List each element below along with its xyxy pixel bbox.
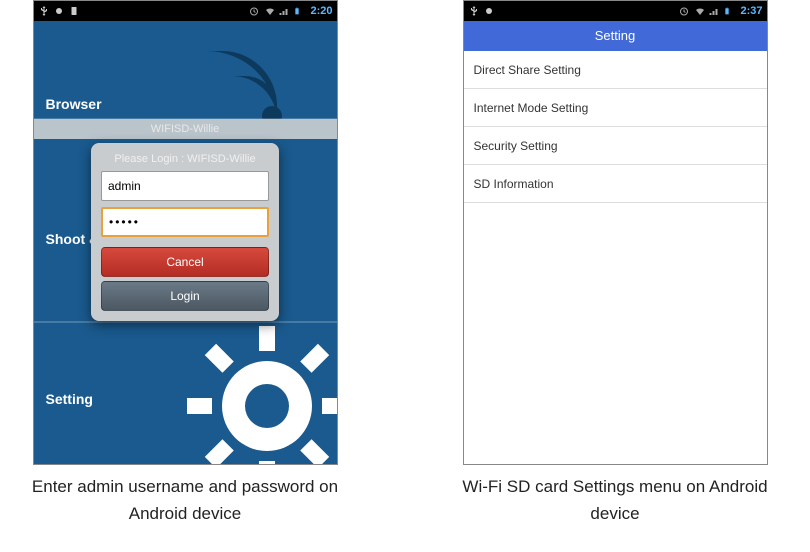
alarm-icon <box>248 5 260 17</box>
username-input[interactable] <box>101 171 269 201</box>
wifi-icon <box>693 5 705 17</box>
login-dialog: Please Login : WIFISD-Willie Cancel Logi… <box>91 143 279 321</box>
alarm-icon <box>678 5 690 17</box>
debug-icon <box>53 5 65 17</box>
right-caption: Wi-Fi SD card Settings menu on Android d… <box>450 473 780 527</box>
settings-item-internet-mode[interactable]: Internet Mode Setting <box>464 89 767 127</box>
status-right-icons: 2:37 <box>678 5 762 17</box>
login-dialog-title: Please Login : WIFISD-Willie <box>101 149 269 171</box>
settings-header: Setting <box>464 21 767 51</box>
status-right-icons: 2:20 <box>248 5 332 17</box>
section-browser-label: Browser <box>46 46 337 112</box>
section-setting-label: Setting <box>46 341 337 407</box>
settings-body: Setting Direct Share Setting Internet Mo… <box>464 21 767 465</box>
status-left-icons <box>38 5 80 17</box>
right-phone: 2:37 Setting Direct Share Setting Intern… <box>463 0 768 465</box>
left-screenshot-container: 2:20 <box>20 0 350 552</box>
app-body: Browser WIFISD-Willie Shoot & V Setting … <box>34 21 337 465</box>
status-time: 2:37 <box>740 5 762 17</box>
battery-icon <box>293 5 305 17</box>
login-button[interactable]: Login <box>101 281 269 311</box>
status-time: 2:20 <box>310 5 332 17</box>
wifi-icon <box>263 5 275 17</box>
left-caption: Enter admin username and password on And… <box>20 473 350 527</box>
section-divider <box>34 321 337 323</box>
settings-item-sd-info[interactable]: SD Information <box>464 165 767 203</box>
debug-icon <box>483 5 495 17</box>
wifi-banner: WIFISD-Willie <box>34 119 337 139</box>
usb-icon <box>38 5 50 17</box>
left-phone: 2:20 <box>33 0 338 465</box>
status-bar: 2:20 <box>34 1 337 21</box>
right-screenshot-container: 2:37 Setting Direct Share Setting Intern… <box>450 0 780 552</box>
sdcard-icon <box>68 5 80 17</box>
settings-item-direct-share[interactable]: Direct Share Setting <box>464 51 767 89</box>
password-input[interactable] <box>101 207 269 237</box>
status-left-icons <box>468 5 495 17</box>
battery-icon <box>723 5 735 17</box>
cancel-button[interactable]: Cancel <box>101 247 269 277</box>
usb-icon <box>468 5 480 17</box>
signal-icon <box>708 5 720 17</box>
signal-icon <box>278 5 290 17</box>
settings-item-security[interactable]: Security Setting <box>464 127 767 165</box>
section-setting[interactable]: Setting <box>34 341 337 465</box>
status-bar: 2:37 <box>464 1 767 21</box>
